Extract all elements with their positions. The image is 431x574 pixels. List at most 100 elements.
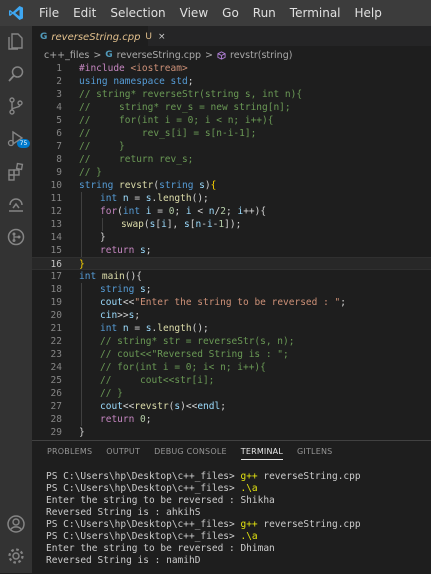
- menu-edit[interactable]: Edit: [66, 0, 103, 26]
- code-line[interactable]: 14}: [32, 231, 431, 244]
- code-line[interactable]: 5 // for(int i = 0; i < n; i++){: [32, 114, 431, 127]
- code-line[interactable]: 11 int n = s.length();: [32, 192, 431, 205]
- code-line[interactable]: 26 // }: [32, 387, 431, 400]
- code-line[interactable]: 3 // string* reverseStr(string s, int n){: [32, 88, 431, 101]
- code-token: // for(int i = 0; i < n; i++){: [79, 115, 274, 126]
- menu-go[interactable]: Go: [215, 0, 246, 26]
- line-number: 15: [50, 245, 62, 256]
- code-line[interactable]: 23 // cout<<"Reversed String is : ";: [32, 348, 431, 361]
- tab-debug-console[interactable]: DEBUG CONSOLE: [154, 441, 227, 463]
- code-line[interactable]: 4 // string* rev_s = new string[n];: [32, 101, 431, 114]
- code-token: namespace: [113, 76, 171, 87]
- code-line[interactable]: 10 string revstr(string s){: [32, 179, 431, 192]
- code-text: int n = s.length();: [100, 322, 209, 335]
- menu-selection[interactable]: Selection: [103, 0, 172, 26]
- code-token: <<: [122, 297, 135, 308]
- code-token: )<<: [180, 401, 198, 412]
- tab-terminal[interactable]: TERMINAL: [240, 441, 284, 463]
- vscode-logo-icon[interactable]: [0, 0, 32, 26]
- code-line[interactable]: 6 // rev_s[i] = s[n-i-1];: [32, 127, 431, 140]
- code-line[interactable]: 17 int main(){: [32, 270, 431, 283]
- breadcrumb-separator: >: [205, 49, 214, 61]
- tab-close-icon[interactable]: ×: [158, 32, 166, 42]
- terminal-line: Reversed String is : namihD: [46, 555, 426, 567]
- extensions-icon[interactable]: [6, 162, 26, 182]
- breadcrumb-folder[interactable]: c++_files: [44, 50, 89, 61]
- menu-help[interactable]: Help: [348, 0, 389, 26]
- code-line[interactable]: 7 // }: [32, 140, 431, 153]
- code-line[interactable]: 19 cout<<"Enter the string to be reversed…: [32, 296, 431, 309]
- terminal-prompt: PS C:\Users\hp\Desktop\c++_files>: [46, 471, 241, 482]
- terminal-prompt: PS C:\Users\hp\Desktop\c++_files>: [46, 483, 241, 494]
- menu-run[interactable]: Run: [246, 0, 283, 26]
- tab-reversestring-cpp[interactable]: G reverseString.cpp U ×: [32, 26, 166, 47]
- code-line[interactable]: 15 return s;: [32, 244, 431, 257]
- menu-file[interactable]: File: [32, 0, 66, 26]
- breadcrumb-separator: >: [93, 49, 102, 61]
- code-line[interactable]: 2 using namespace std;: [32, 75, 431, 88]
- terminal-output[interactable]: PS C:\Users\hp\Desktop\c++_files> g++ re…: [46, 471, 426, 567]
- search-icon[interactable]: [6, 64, 26, 84]
- code-token: // for(int i = 0; i< n; i++){: [100, 362, 266, 373]
- breadcrumb-symbol[interactable]: revstr(string): [230, 50, 292, 61]
- code-line[interactable]: 29}: [32, 426, 431, 439]
- code-token: // rev_s[i] = s[n-i-1];: [79, 128, 257, 139]
- account-icon[interactable]: [6, 514, 26, 534]
- code-token: <iostream>: [130, 63, 188, 74]
- line-number: 2: [56, 76, 62, 87]
- code-text: // string* reverseStr(string s, int n){: [79, 88, 302, 101]
- menu-terminal[interactable]: Terminal: [283, 0, 348, 26]
- cpp-file-icon: G: [40, 32, 48, 42]
- code-text: // }: [79, 140, 125, 153]
- code-token: string: [100, 284, 141, 295]
- code-line[interactable]: 22 // string* str = reverseStr(s, n);: [32, 335, 431, 348]
- code-text: cout<<revstr(s)<<endl;: [100, 400, 226, 413]
- terminal-line: Enter the string to be reversed : Dhiman: [46, 543, 426, 555]
- explorer-icon[interactable]: [6, 31, 26, 51]
- code-editor[interactable]: 1 #include <iostream> 2 using namespace std…: [32, 62, 431, 438]
- code-token: ;: [134, 310, 141, 321]
- source-control-icon[interactable]: [6, 96, 26, 116]
- code-text: swap(s[i], s[n-i-1]);: [121, 218, 241, 231]
- code-token: ;: [145, 414, 152, 425]
- code-text: cout<<"Enter the string to be reversed :…: [100, 296, 346, 309]
- code-line[interactable]: 1 #include <iostream>: [32, 62, 431, 75]
- line-number: 26: [50, 388, 62, 399]
- menu-view[interactable]: View: [173, 0, 215, 26]
- code-line[interactable]: 27 cout<<revstr(s)<<endl;: [32, 400, 431, 413]
- code-line[interactable]: 8 // return rev_s;: [32, 153, 431, 166]
- code-token: // }: [100, 388, 123, 399]
- code-line[interactable]: 12 for(int i = 0; i < n/2; i++){: [32, 205, 431, 218]
- run-debug-icon[interactable]: [6, 128, 26, 148]
- code-token: // return rev_s;: [79, 154, 194, 165]
- tab-gitlens[interactable]: GITLENS: [297, 441, 332, 463]
- code-text: int n = s.length();: [100, 192, 209, 205]
- code-token: cout: [100, 297, 123, 308]
- breadcrumb-file[interactable]: reverseString.cpp: [117, 50, 201, 61]
- code-line[interactable]: 16}: [32, 257, 431, 270]
- terminal-rest: reverseString.cpp: [257, 471, 361, 482]
- code-text: int main(){: [79, 270, 142, 283]
- code-line[interactable]: 25 // cout<<str[i];: [32, 374, 431, 387]
- code-line[interactable]: 28 return 0;: [32, 413, 431, 426]
- code-token: <<: [122, 401, 135, 412]
- code-line[interactable]: 18 string s;: [32, 283, 431, 296]
- gitlens-icon[interactable]: [6, 227, 26, 247]
- tab-problems[interactable]: PROBLEMS: [47, 441, 92, 463]
- terminal-cmd: .\a: [240, 531, 258, 542]
- code-line[interactable]: 24 // for(int i = 0; i< n; i++){: [32, 361, 431, 374]
- code-text: // string* str = reverseStr(s, n);: [100, 335, 294, 348]
- terminal-line: PS C:\Users\hp\Desktop\c++_files> g++ re…: [46, 471, 426, 483]
- code-line[interactable]: 9 // }: [32, 166, 431, 179]
- code-line[interactable]: 13 swap(s[i], s[n-i-1]);: [32, 218, 431, 231]
- method-symbol-icon: [217, 50, 226, 60]
- tab-output[interactable]: OUTPUT: [106, 441, 140, 463]
- code-token: // }: [79, 141, 125, 152]
- code-line[interactable]: 20 cin>>s;: [32, 309, 431, 322]
- gear-icon[interactable]: [6, 546, 26, 566]
- remote-explorer-icon[interactable]: [6, 194, 26, 214]
- line-number: 11: [50, 193, 62, 204]
- code-line[interactable]: 21 int n = s.length();: [32, 322, 431, 335]
- activity-bar: 75: [0, 26, 32, 573]
- code-token: int: [100, 193, 123, 204]
